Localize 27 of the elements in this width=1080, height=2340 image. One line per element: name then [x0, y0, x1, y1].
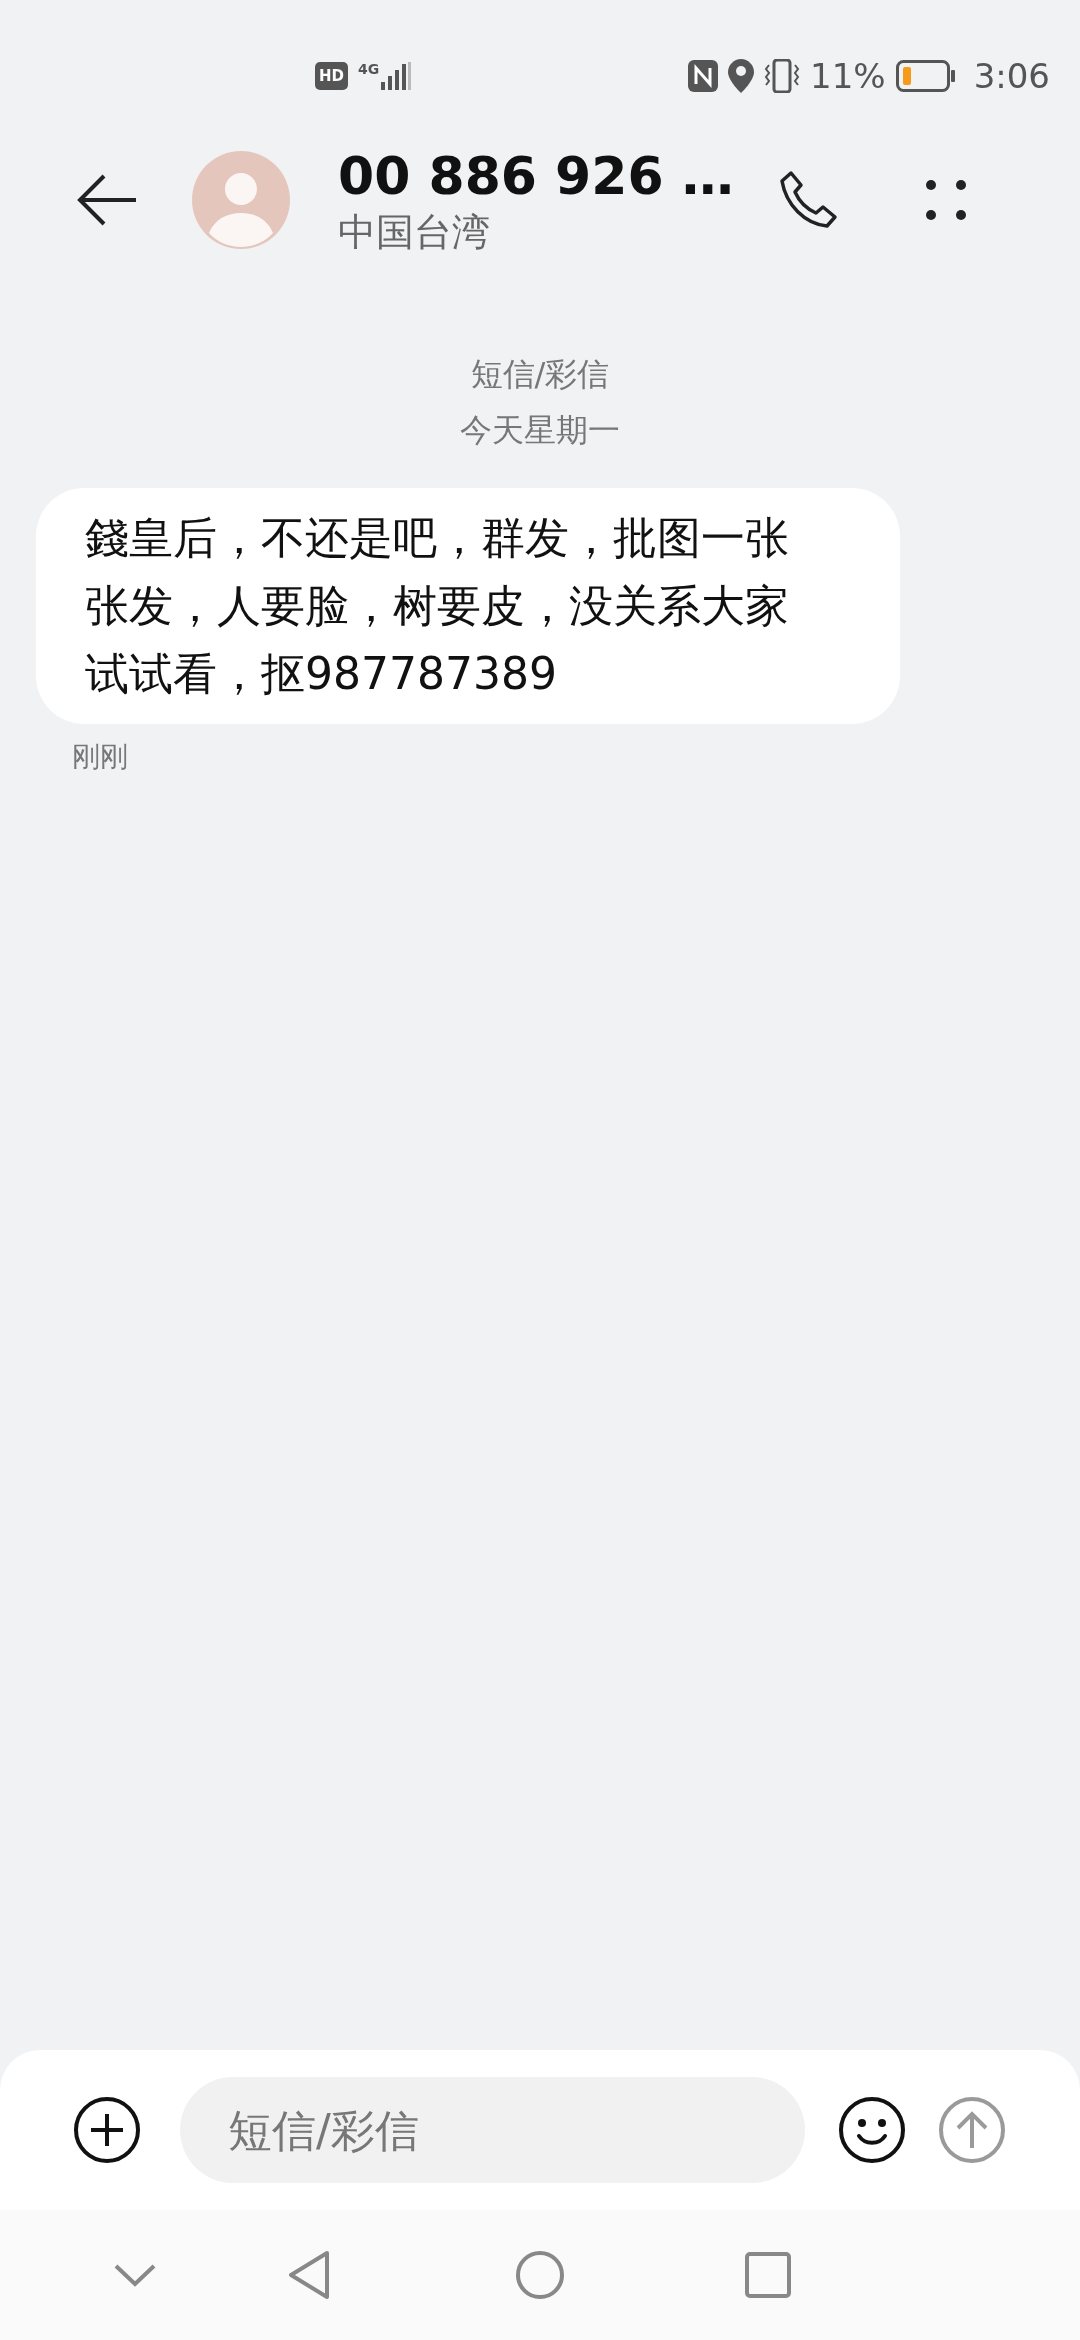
network-type: 4G	[358, 62, 380, 76]
battery-percentage: 11%	[810, 59, 886, 93]
recents-square-icon[interactable]	[745, 2252, 791, 2298]
add-button[interactable]	[72, 2095, 142, 2165]
home-circle-icon[interactable]	[515, 2250, 565, 2300]
message-bubble[interactable]: 錢皇后，不还是吧，群发，批图一张张发，人要脸，树要皮，没关系大家试试看，抠987787389	[36, 488, 900, 724]
send-button[interactable]	[937, 2095, 1007, 2165]
back-arrow-icon	[76, 172, 138, 228]
location-icon	[728, 59, 755, 93]
battery-icon	[895, 60, 956, 92]
back-triangle-icon[interactable]	[287, 2250, 331, 2300]
chevron-down-icon[interactable]	[113, 2263, 157, 2287]
channel-label: 短信/彩信	[470, 354, 610, 395]
contact-number: 00 886 926 …	[338, 144, 735, 208]
signal-icon	[381, 62, 412, 90]
date-label: 今天星期一	[460, 410, 620, 451]
contact-region: 中国台湾	[338, 208, 491, 256]
vibrate-icon	[764, 59, 801, 93]
more-icon	[926, 180, 966, 220]
clock: 3:06	[973, 59, 1050, 93]
message-time: 刚刚	[72, 739, 128, 775]
smiley-icon	[838, 2096, 906, 2164]
hd-badge: HD	[315, 62, 348, 90]
emoji-button[interactable]	[837, 2095, 907, 2165]
nfc-icon	[688, 60, 719, 92]
message-input[interactable]: 短信/彩信	[180, 2077, 805, 2183]
plus-icon	[73, 2096, 141, 2164]
